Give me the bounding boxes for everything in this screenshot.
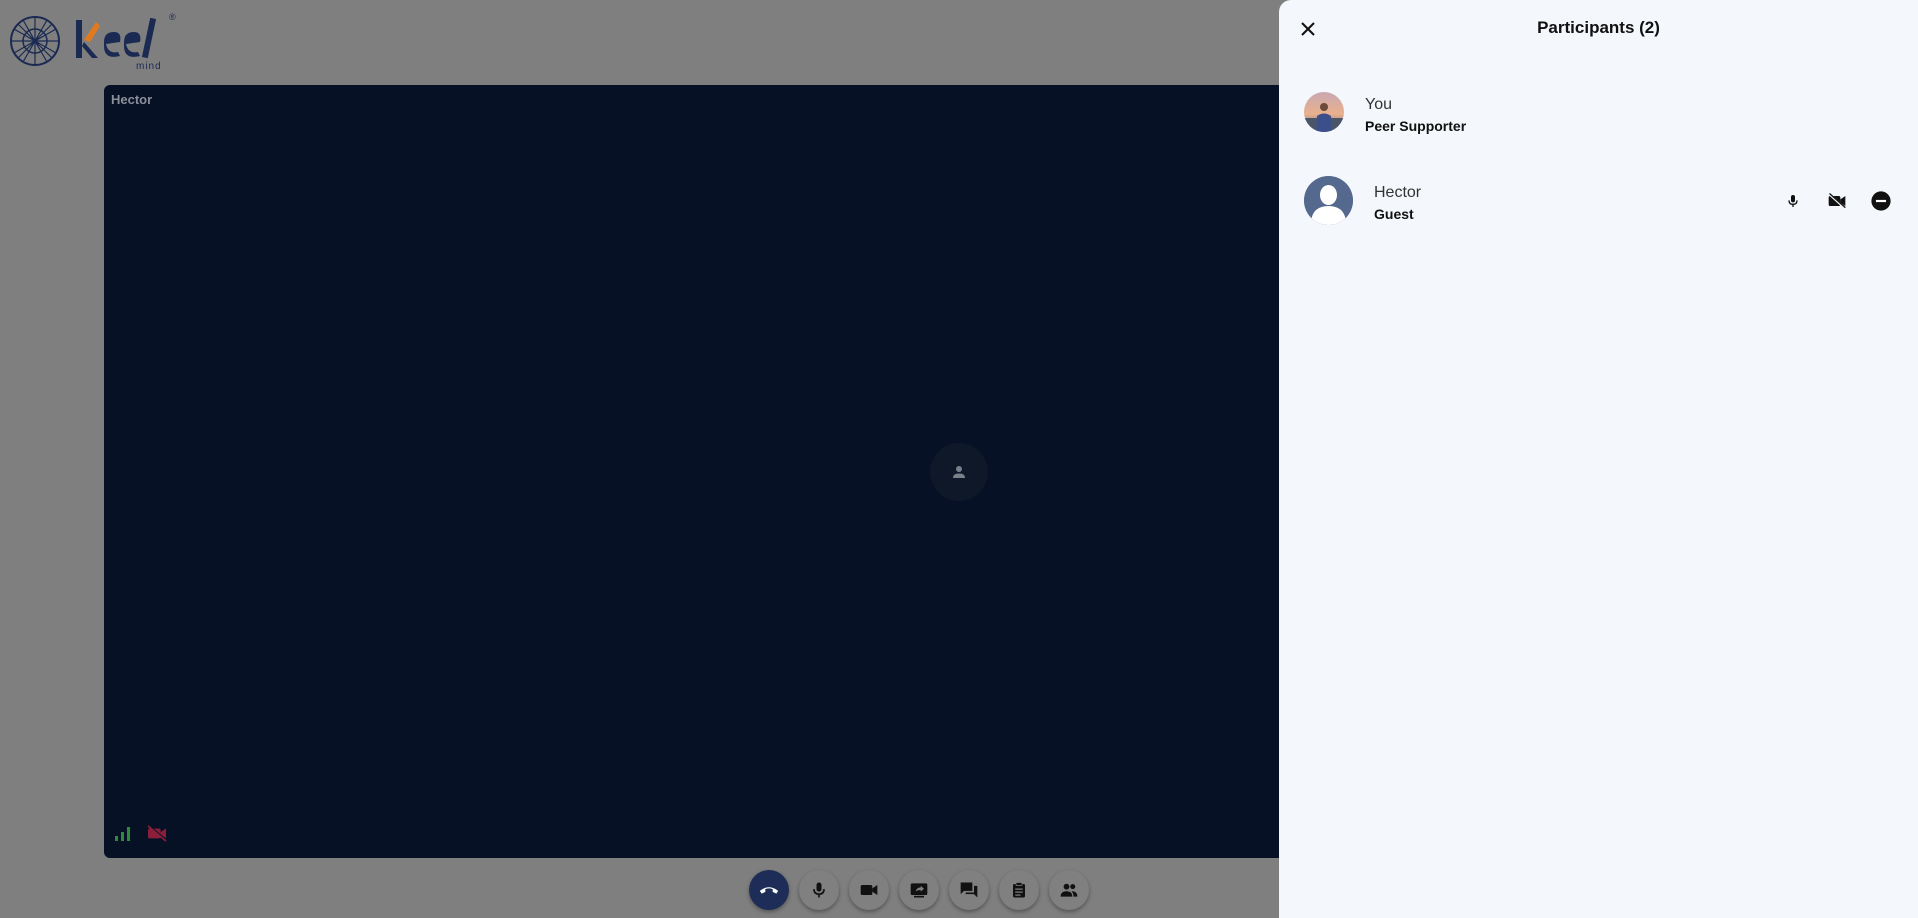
logo-wordmark (76, 17, 157, 59)
video-camera-off-icon (1827, 192, 1847, 210)
participant-role: Peer Supporter (1365, 118, 1467, 134)
chat-icon (960, 882, 978, 898)
camera-button[interactable] (849, 870, 889, 910)
mic-icon (813, 882, 825, 898)
participants-icon (1060, 883, 1078, 897)
avatar-you (1304, 92, 1344, 132)
participant-camera-button[interactable] (1825, 189, 1849, 213)
person-icon (953, 466, 965, 478)
participants-panel: Participants (2) You Peer Supporter Hect… (1279, 0, 1918, 918)
camera-off-indicator-icon (146, 824, 168, 846)
participant-row-hector: Hector Guest (1304, 176, 1893, 226)
participants-button[interactable] (1049, 870, 1089, 910)
microphone-button[interactable] (799, 870, 839, 910)
remove-circle-icon (1871, 191, 1891, 211)
logo-registered-mark: ® (169, 12, 176, 22)
participant-role: Guest (1374, 206, 1414, 222)
clipboard-icon (1013, 882, 1025, 898)
end-call-icon (759, 887, 779, 894)
participant-name: Hector (1374, 184, 1422, 201)
avatar-hector (1304, 176, 1353, 225)
call-controls-toolbar (749, 870, 1089, 910)
screen-share-button[interactable] (899, 870, 939, 910)
chat-button[interactable] (949, 870, 989, 910)
screen-share-icon (910, 883, 928, 898)
participant-placeholder-avatar (930, 443, 988, 501)
panel-title: Participants (2) (1537, 18, 1660, 37)
participant-actions (1781, 189, 1893, 213)
remove-participant-button[interactable] (1869, 189, 1893, 213)
mic-icon (1788, 195, 1798, 207)
video-tile-name: Hector (111, 92, 153, 107)
brand-logo: mind ® (8, 10, 176, 72)
notes-button[interactable] (999, 870, 1039, 910)
participant-row-you: You Peer Supporter (1304, 92, 1893, 142)
logo-subtext: mind (136, 61, 162, 72)
default-user-icon (1304, 176, 1353, 225)
video-camera-icon (860, 885, 878, 895)
mute-participant-button[interactable] (1781, 189, 1805, 213)
remote-video-tile: Hector (104, 85, 1284, 858)
participant-name: You (1365, 96, 1392, 113)
brain-logo-icon (10, 16, 60, 66)
user-photo-icon (1304, 92, 1344, 132)
end-call-button[interactable] (749, 870, 789, 910)
signal-strength-icon (114, 824, 132, 846)
